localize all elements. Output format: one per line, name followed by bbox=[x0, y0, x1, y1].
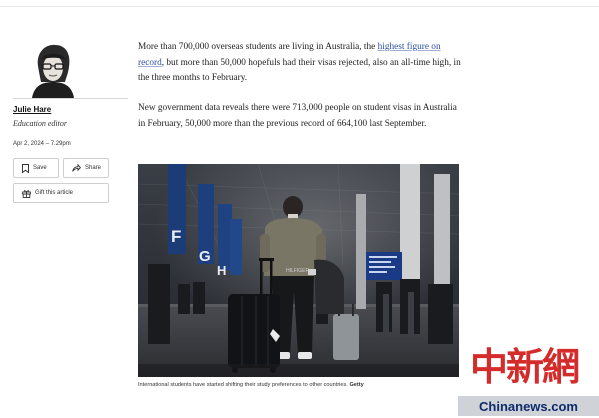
article-paragraph: New government data reveals there were 7… bbox=[138, 103, 457, 129]
caption-text: International students have started shif… bbox=[138, 382, 348, 388]
caption-credit: Getty bbox=[349, 382, 364, 388]
sign-letter: G bbox=[199, 248, 211, 265]
author-portrait bbox=[30, 42, 76, 98]
top-divider bbox=[0, 6, 599, 7]
save-button-label: Save bbox=[33, 165, 47, 171]
photo-caption: International students have started shif… bbox=[138, 382, 364, 388]
publish-date: Apr 2, 2024 – 7.29pm bbox=[13, 141, 71, 147]
author-name-link[interactable]: Julie Hare bbox=[13, 105, 51, 114]
author-role: Education editor bbox=[13, 119, 67, 128]
gift-icon bbox=[22, 189, 31, 198]
sidebar-divider bbox=[13, 98, 128, 99]
chinanews-watermark-logo: 中新網 bbox=[470, 345, 580, 389]
save-button[interactable]: Save bbox=[13, 158, 59, 178]
paragraph-text: More than 700,000 overseas students are … bbox=[138, 42, 378, 52]
bookmark-icon bbox=[22, 163, 29, 173]
chinanews-watermark-text: Chinanews.com bbox=[458, 396, 599, 416]
share-button-label: Share bbox=[85, 165, 102, 171]
sign-letter: F bbox=[171, 227, 181, 246]
bag-brand-text: HILFIGER bbox=[286, 268, 309, 274]
paragraph-text: , but more than 50,000 hopefuls had thei… bbox=[138, 57, 461, 84]
airport-terminal-image: F G H HILFIGER bbox=[138, 164, 459, 377]
share-button[interactable]: Share bbox=[63, 158, 109, 178]
gift-article-button[interactable]: Gift this article bbox=[13, 183, 109, 203]
gift-button-label: Gift this article bbox=[35, 190, 74, 196]
sign-letter: H bbox=[217, 263, 226, 278]
share-arrow-icon bbox=[72, 164, 81, 172]
article-paragraph: More than 700,000 overseas students are … bbox=[138, 40, 463, 87]
article-photo: F G H HILFIGER bbox=[138, 164, 459, 377]
